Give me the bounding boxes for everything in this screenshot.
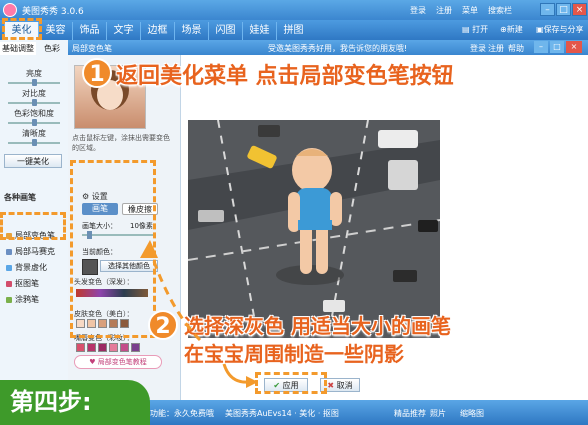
color-swatch[interactable] [98,343,107,352]
color-swatch[interactable] [76,343,85,352]
contrast-slider[interactable] [8,99,60,106]
background-blur-item[interactable]: 背景虚化 [6,262,47,273]
dialog-register-link[interactable]: 注册 [488,43,504,54]
edited-photo[interactable] [188,120,440,338]
annotation-arrow-up [140,240,202,342]
brightness-slider[interactable] [8,79,60,86]
menu-link[interactable]: 菜单 [462,5,478,16]
subtab-basic[interactable]: 基础调整 [0,42,36,55]
brush-section-title: 各种画笔 [4,193,36,202]
tab-accessories[interactable]: 饰品 [72,22,106,40]
scissors-icon [6,280,12,287]
thumbnail-link[interactable]: 缩略图 [460,408,484,419]
app-title: 美图秀秀 3.0.6 [22,7,84,17]
auto-beautify-button[interactable]: 一键美化 [4,154,62,168]
tab-frame[interactable]: 边框 [140,22,174,40]
slider-knob[interactable] [32,139,37,146]
maximize-icon[interactable]: □ [556,3,571,16]
minimize-icon[interactable]: – [540,3,555,16]
tab-flash[interactable]: 闪图 [208,22,242,40]
dialog-title-bar: 局部变色笔 受邀美图秀秀好用，我告诉您的朋友哦! 登录 注册 帮助 – □ × [68,40,588,55]
slider-knob[interactable] [32,79,37,86]
highlight-beautify-tab [2,18,42,40]
step1-instruction: 返回美化菜单 点击局部变色笔按钮 [116,64,454,89]
saturation-label: 色彩饱和度 [14,109,54,118]
color-swatch[interactable] [109,343,118,352]
subtab-color[interactable]: 色彩 [36,42,68,55]
login-link[interactable]: 登录 [410,5,426,16]
sharpness-slider[interactable] [8,139,60,146]
recommend-link[interactable]: 精品推荐 [394,408,426,419]
dialog-login-link[interactable]: 登录 [470,43,486,54]
cutout-pen-item[interactable]: 抠图笔 [6,278,39,289]
doodle-pen-item[interactable]: 涂鸦笔 [6,294,39,305]
dialog-maximize-icon[interactable]: □ [550,41,564,53]
contrast-label: 对比度 [22,89,46,98]
cancel-icon: ✖ [327,381,337,390]
search-link[interactable]: 搜索栏 [488,5,512,16]
photo-link[interactable]: 照片 [430,408,446,419]
tab-text[interactable]: 文字 [106,22,140,40]
step1-number-badge: 1 [82,58,112,88]
main-tab-bar: 美化 美容 饰品 文字 边框 场景 闪图 娃娃 拼图 ▤ 打开 ⊕新建 ▣保存与… [0,20,588,40]
tab-collage[interactable]: 拼图 [276,22,310,40]
tab-face[interactable]: 美容 [38,22,72,40]
dialog-minimize-icon[interactable]: – [534,41,548,53]
tab-doll[interactable]: 娃娃 [242,22,276,40]
tutorial-button[interactable]: ♥ 局部变色笔教程 [74,355,162,369]
step2-instruction-line1: 选择深灰色 用适当大小的画笔 [184,314,451,338]
app-logo-icon [3,3,17,17]
register-link[interactable]: 注册 [436,5,452,16]
title-bar: 美图秀秀 3.0.6 登录 注册 菜单 搜索栏 – □ × [0,0,588,20]
plus-icon: ⊕ [500,25,507,34]
hint-text: 点击鼠标左键，涂抹出需要变色的区域。 [72,134,170,152]
annotation-arrow-right [222,363,258,388]
heart-icon: ♥ [89,358,98,366]
step2-instruction-line2: 在宝宝周围制造一些阴影 [184,342,404,366]
dialog-help-link[interactable]: 帮助 [508,43,524,54]
step-badge: 第四步: [0,380,150,425]
highlight-color-pen [0,212,66,240]
close-icon[interactable]: × [572,3,587,16]
dialog-ad-text: 受邀美图秀秀好用，我告诉您的朋友哦! [268,44,408,53]
folder-icon: ▤ [462,25,473,34]
dialog-close-icon[interactable]: × [566,41,582,53]
tab-scene[interactable]: 场景 [174,22,208,40]
mosaic-icon [6,248,12,255]
dialog-title: 局部变色笔 [72,44,112,53]
open-button[interactable]: ▤ 打开 [462,24,488,35]
mosaic-pen-item[interactable]: 局部马赛克 [6,246,55,257]
pencil-icon [6,296,12,303]
color-swatch[interactable] [87,343,96,352]
city-street-photo [188,120,440,338]
sharpness-label: 清晰度 [22,129,46,138]
save-icon: ▣ [536,25,544,34]
status-middle: 美图秀秀AuEvs14 · 美化 · 抠图 [225,409,339,418]
blur-icon [6,264,12,271]
slider-knob[interactable] [32,119,37,126]
brightness-label: 亮度 [26,69,42,78]
highlight-apply [255,372,327,394]
status-left: 功能：永久免费哦 [150,409,214,418]
slider-knob[interactable] [32,99,37,106]
save-share-button[interactable]: ▣保存与分享 [536,24,584,35]
saturation-slider[interactable] [8,119,60,126]
color-swatch[interactable] [120,343,129,352]
new-button[interactable]: ⊕新建 [500,24,523,35]
